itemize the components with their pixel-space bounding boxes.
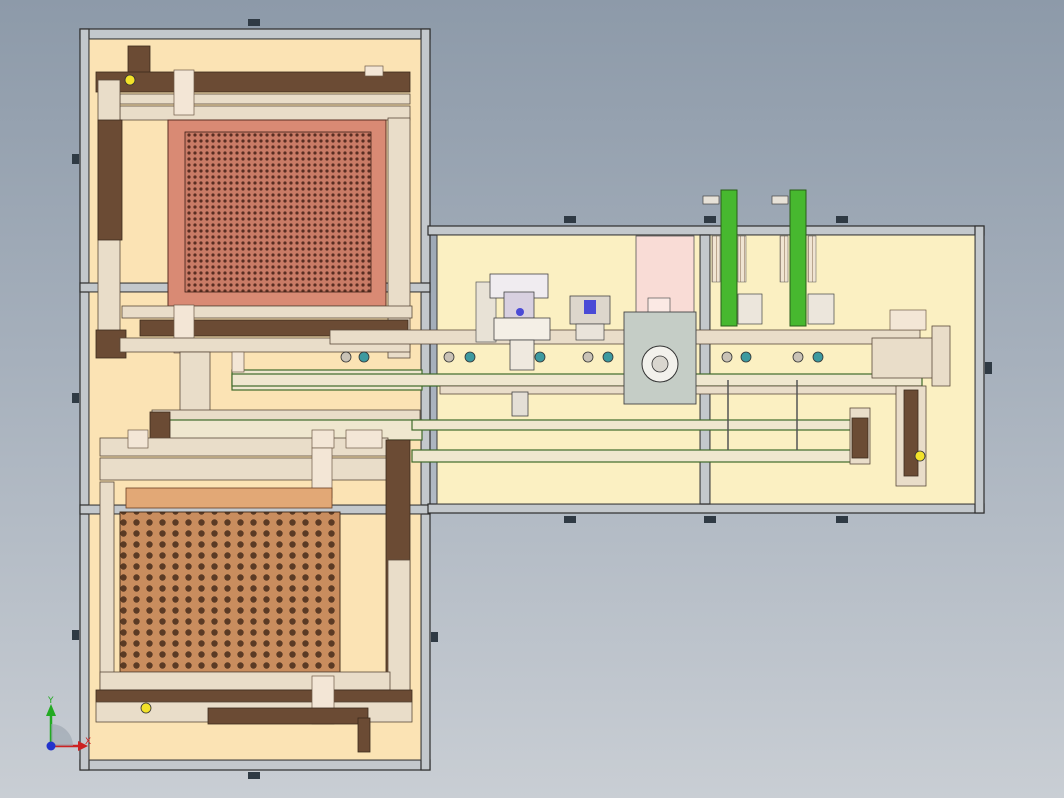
triad-y-label: Y xyxy=(47,696,54,706)
sensor-indicator-lower xyxy=(140,702,152,714)
lower-tray[interactable] xyxy=(119,511,341,673)
sensor-indicator-upper xyxy=(124,74,136,86)
clamp-module[interactable] xyxy=(569,295,611,341)
sensor-indicator-right xyxy=(914,450,926,462)
head-indicator-icon xyxy=(516,308,524,316)
triad-x-label: X xyxy=(85,737,91,747)
cad-viewport[interactable]: Y X xyxy=(0,0,1064,798)
upper-tray[interactable] xyxy=(184,131,372,293)
